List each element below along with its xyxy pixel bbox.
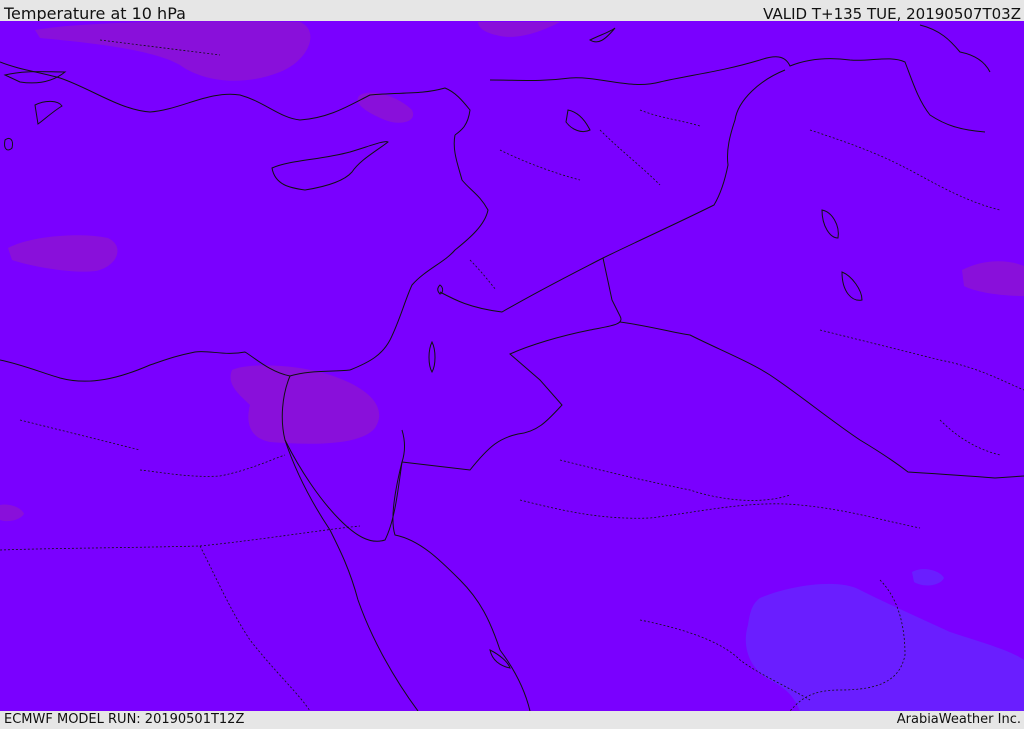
model-run-label: ECMWF MODEL RUN: 20190501T12Z [4,712,245,727]
credit-label: ArabiaWeather Inc. [896,712,1021,727]
temperature-map[interactable] [0,21,1024,711]
map-canvas [0,21,1024,711]
